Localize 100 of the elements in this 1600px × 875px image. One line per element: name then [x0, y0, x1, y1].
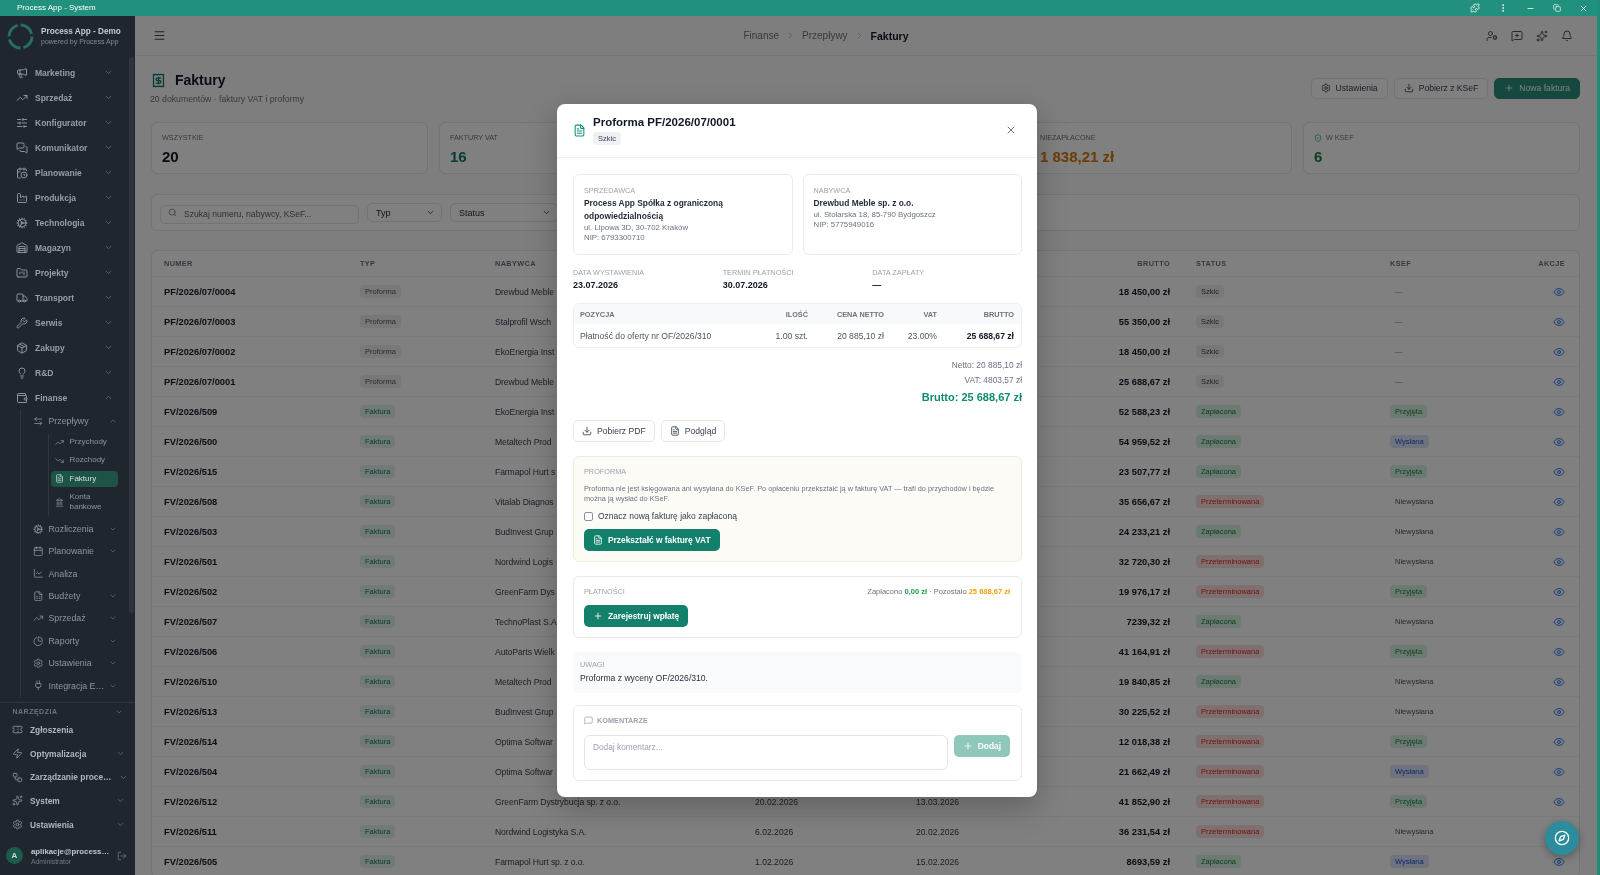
sidebar-item[interactable]: System [0, 789, 135, 813]
message-plus-icon[interactable] [1511, 29, 1523, 42]
sidebar-item[interactable]: Planowanie [0, 160, 129, 185]
buyer-name: Farmapol Hurt s [495, 466, 556, 477]
eye-icon[interactable] [1553, 765, 1565, 778]
sidebar-item[interactable]: Budżety [21, 584, 129, 608]
eye-icon[interactable] [1553, 705, 1565, 718]
eye-icon[interactable] [1553, 285, 1565, 298]
invoice-number: FV/2026/515 [164, 466, 218, 477]
sidebar-item[interactable]: Faktury [51, 470, 118, 488]
download-icon [1403, 83, 1414, 93]
eye-icon[interactable] [1553, 435, 1565, 448]
document-icon [669, 426, 680, 436]
eye-icon[interactable] [1553, 735, 1565, 748]
register-payment-button[interactable]: Zarejestruj wpłatę [584, 605, 689, 627]
eye-icon[interactable] [1553, 405, 1565, 418]
sidebar-item[interactable]: Planowanie [21, 540, 129, 563]
breadcrumb-link[interactable]: Przepływy [802, 30, 848, 41]
preview-button[interactable]: Podgląd [660, 420, 726, 442]
sidebar-item[interactable]: Rozchody [51, 452, 118, 469]
sidebar-item[interactable]: Analiza [21, 562, 129, 585]
close-icon[interactable] [1579, 3, 1588, 13]
sidebar-item[interactable]: Zarządzanie proce… [0, 765, 135, 790]
download-button[interactable]: Pobierz z KSeF [1393, 77, 1489, 99]
sidebar-item[interactable]: Transport [0, 285, 129, 310]
eye-icon[interactable] [1553, 465, 1565, 478]
checkbox[interactable] [584, 511, 593, 521]
eye-icon[interactable] [1553, 525, 1565, 538]
item-value: 1.00 szt. [775, 330, 808, 341]
sparkles-icon[interactable] [1536, 29, 1548, 42]
amount-text: 52 588,23 zł [1118, 406, 1170, 417]
search-field[interactable]: Szukaj numeru, nabywcy, KSeF... [160, 204, 359, 224]
settings-icon [33, 657, 44, 669]
eye-icon[interactable] [1553, 585, 1565, 598]
sidebar-item[interactable]: Przepływy [21, 410, 129, 433]
sidebar-item[interactable]: Projekty [0, 260, 129, 285]
buyer-name: EkoEnergia Inst [495, 346, 555, 357]
invoice-number: FV/2026/512 [164, 796, 218, 807]
sidebar-item[interactable]: Technologia [0, 210, 129, 235]
convert-button[interactable]: Przekształć w fakturę VAT [584, 529, 720, 551]
sidebar-item[interactable]: Przychody [51, 434, 118, 451]
amount-text: 41 852,90 zł [1118, 796, 1170, 807]
sidebar-item[interactable]: Ustawienia [0, 812, 135, 837]
eye-icon[interactable] [1553, 795, 1565, 808]
eye-icon[interactable] [1553, 615, 1565, 628]
eye-icon[interactable] [1553, 495, 1565, 508]
party-name: Drewbud Meble sp. z o.o. [813, 197, 914, 210]
download-button[interactable]: Pobierz PDF [573, 420, 655, 442]
chevron-down-icon [426, 208, 435, 217]
sidebar-item[interactable]: Magazyn [0, 235, 129, 260]
buyer-name: Drewbud Meble [495, 286, 554, 297]
sidebar-item[interactable]: Konta bankowe [51, 488, 118, 516]
amount-text: 41 164,91 zł [1118, 646, 1170, 657]
sidebar-item[interactable]: Zgłoszenia [0, 718, 135, 742]
eye-icon[interactable] [1553, 855, 1565, 868]
sidebar-item[interactable]: Ustawienia [21, 652, 129, 675]
shield-check-icon [1314, 133, 1322, 142]
sidebar-item[interactable]: Serwis [0, 310, 129, 335]
menu-icon[interactable] [153, 29, 166, 42]
filter-select[interactable]: Typ [367, 203, 442, 222]
buyer-name: Optima Softwar [495, 736, 553, 747]
buyer-name: Nordwind Logis [495, 556, 553, 567]
close-icon[interactable] [1005, 124, 1017, 136]
sidebar-item[interactable]: R&D [0, 360, 129, 385]
sidebar-item[interactable]: Optymalizacja [0, 741, 135, 766]
invoice-number: FV/2026/506 [164, 646, 218, 657]
sidebar-item[interactable]: Finanse [0, 385, 129, 410]
breadcrumb-link[interactable]: Finanse [743, 30, 780, 41]
amount-text: 12 018,38 zł [1118, 736, 1170, 747]
eye-icon[interactable] [1553, 315, 1565, 328]
puzzle-icon[interactable] [1470, 3, 1480, 13]
date-value: — [872, 279, 882, 291]
sidebar-item[interactable]: Marketing [0, 60, 129, 85]
user-cog-icon[interactable] [1486, 29, 1498, 42]
sidebar-item[interactable]: Raporty [21, 629, 129, 652]
sidebar-item[interactable]: Produkcja [0, 185, 129, 210]
search-icon [168, 208, 177, 217]
invoice-number: FV/2026/502 [164, 586, 218, 597]
eye-icon[interactable] [1553, 675, 1565, 688]
invoice-number: PF/2026/07/0004 [164, 286, 236, 297]
workflow-icon [11, 771, 23, 783]
settings-button[interactable]: Ustawienia [1310, 77, 1388, 99]
scrollbar-thumb[interactable] [129, 57, 134, 613]
restore-icon[interactable] [1553, 4, 1561, 12]
bell-icon[interactable] [1561, 29, 1573, 42]
plus-icon [962, 741, 973, 751]
sidebar-item[interactable]: Konfigurator [0, 110, 129, 135]
sidebar-item[interactable]: Komunikator [0, 135, 129, 160]
eye-icon[interactable] [1553, 375, 1565, 388]
sidebar-item[interactable]: Sprzedaż [21, 607, 129, 630]
eye-icon[interactable] [1553, 645, 1565, 658]
eye-icon[interactable] [1553, 345, 1565, 358]
sidebar-item[interactable]: Integracja E… [21, 674, 129, 697]
sidebar-item[interactable]: Rozliczenia [21, 517, 129, 541]
item-description: Płatność do oferty nr OF/2026/310 [580, 330, 712, 341]
eye-icon[interactable] [1553, 555, 1565, 568]
logout-icon[interactable] [117, 850, 127, 861]
comment-field[interactable]: Dodaj komentarz... [584, 735, 948, 770]
sidebar-item[interactable]: Sprzedaż [0, 85, 129, 110]
sidebar-item[interactable]: Zakupy [0, 335, 129, 360]
